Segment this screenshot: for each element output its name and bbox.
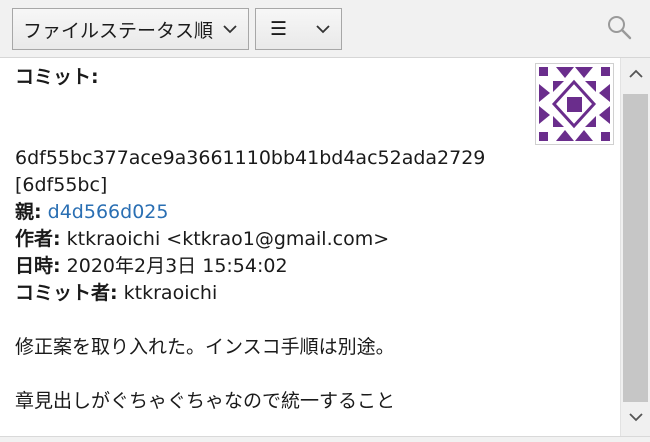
parent-hash-link[interactable]: d4d566d025 xyxy=(48,201,169,223)
date-value: 2020年2月3日 15:54:02 xyxy=(66,255,288,277)
identicon-avatar xyxy=(539,67,610,141)
sort-order-label: ファイルステータス順 xyxy=(23,19,214,42)
chevron-down-icon xyxy=(316,25,330,34)
parent-label: 親: xyxy=(15,201,42,223)
vertical-scrollbar[interactable] xyxy=(620,58,650,436)
search-icon[interactable] xyxy=(606,14,632,40)
commit-hash: 6df55bc377ace9a3661110bb41bd4ac52ada2729 xyxy=(15,147,486,169)
list-view-icon: ☰ xyxy=(270,18,288,40)
date-label: 日時: xyxy=(15,255,61,277)
sort-order-dropdown[interactable]: ファイルステータス順 xyxy=(12,8,249,50)
commit-message-line-2: 章見出しがぐちゃぐちゃなので統一すること xyxy=(15,390,396,412)
committer-label: コミット者: xyxy=(15,282,118,304)
author-value: ktkraoichi <ktkrao1@gmail.com> xyxy=(66,228,390,250)
view-mode-dropdown[interactable]: ☰ xyxy=(255,8,342,50)
avatar xyxy=(535,63,614,145)
author-label: 作者: xyxy=(15,228,61,250)
bottom-divider xyxy=(0,436,650,442)
commit-details-panel: コミット: 6df55bc377ace9a3661110bb41bd4ac52a… xyxy=(0,58,620,436)
scrollbar-thumb[interactable] xyxy=(623,94,648,402)
chevron-down-icon xyxy=(223,25,237,34)
toolbar: ファイルステータス順 ☰ xyxy=(0,0,650,58)
commit-message-line-1: 修正案を取り入れた。インスコ手順は別途。 xyxy=(15,336,395,358)
commit-label: コミット: xyxy=(15,66,99,88)
commit-short-hash: [6df55bc] xyxy=(15,174,108,196)
scroll-up-icon[interactable] xyxy=(628,66,644,82)
scroll-down-icon[interactable] xyxy=(628,409,644,425)
committer-value: ktkraoichi xyxy=(123,282,218,304)
